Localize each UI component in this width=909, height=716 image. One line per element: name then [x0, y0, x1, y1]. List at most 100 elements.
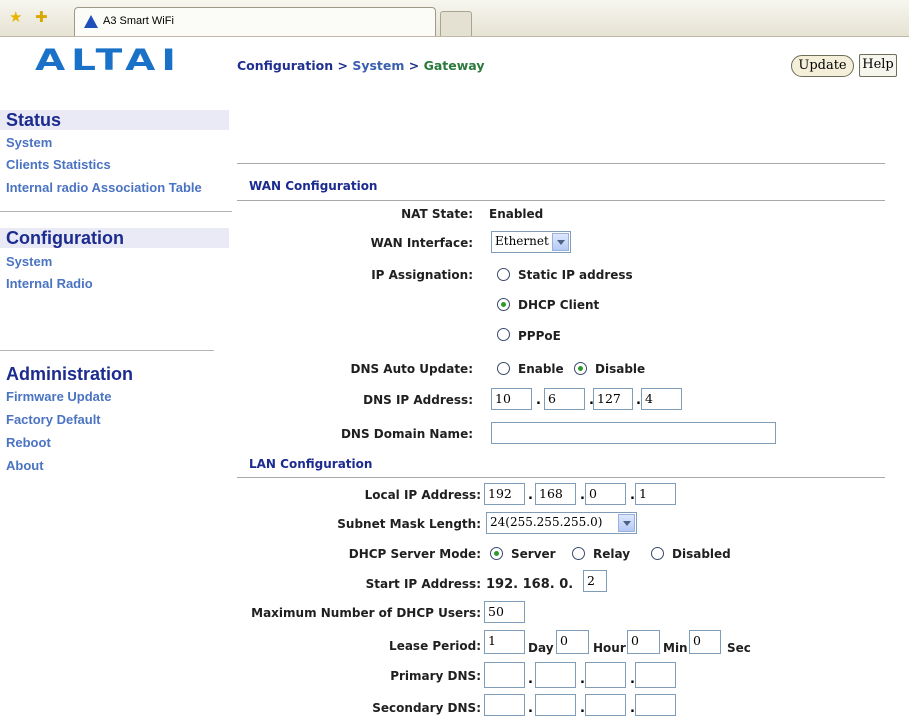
primary-dns-octet-2[interactable]: [535, 662, 576, 688]
lease-day-field[interactable]: 1: [484, 630, 525, 654]
secondary-dns-octet-4[interactable]: [635, 694, 676, 716]
secondary-dns-octet-1[interactable]: [484, 694, 525, 716]
ip-assignation-label: IP Assignation:: [371, 268, 473, 282]
sidebar-item-clients-statistics[interactable]: Clients Statistics: [6, 157, 111, 173]
wan-section-title: WAN Configuration: [249, 179, 378, 193]
dns-auto-update-label: DNS Auto Update:: [350, 362, 473, 376]
add-favorite-icon[interactable]: ✚: [35, 10, 48, 25]
radio-dhcp-relay[interactable]: [572, 547, 585, 560]
sidebar-item-status-system[interactable]: System: [6, 135, 52, 151]
sidebar-item-about[interactable]: About: [6, 458, 44, 474]
ip-dot: .: [528, 488, 533, 503]
subnet-mask-value: 24(255.255.255.0): [490, 515, 603, 529]
section-divider: [237, 477, 885, 478]
sidebar-heading-configuration: Configuration: [0, 228, 229, 248]
wan-interface-select[interactable]: Ethernet: [491, 231, 571, 253]
chevron-down-icon[interactable]: [618, 514, 635, 532]
radio-dhcp-server-label: Server: [511, 547, 556, 561]
radio-dhcp-relay-label: Relay: [593, 547, 631, 561]
ip-dot: .: [536, 393, 541, 408]
start-ip-last-octet[interactable]: 2: [583, 570, 607, 592]
primary-dns-octet-4[interactable]: [635, 662, 676, 688]
dns-ip-octet-4[interactable]: 4: [641, 388, 682, 410]
radio-static-ip-label: Static IP address: [518, 268, 633, 282]
radio-dhcp-client[interactable]: [497, 298, 510, 311]
breadcrumb-gateway: Gateway: [423, 58, 485, 73]
sidebar-item-reboot[interactable]: Reboot: [6, 435, 51, 451]
max-dhcp-users-field[interactable]: 50: [484, 601, 525, 623]
lease-period-label: Lease Period:: [389, 639, 481, 653]
dns-ip-octet-2[interactable]: 6: [544, 388, 585, 410]
primary-dns-octet-1[interactable]: [484, 662, 525, 688]
breadcrumb-configuration[interactable]: Configuration: [237, 58, 333, 73]
local-ip-octet-1[interactable]: 192: [484, 483, 525, 505]
radio-dns-disable-label: Disable: [595, 362, 646, 376]
secondary-dns-octet-2[interactable]: [535, 694, 576, 716]
browser-tab[interactable]: A3 Smart WiFi: [74, 7, 436, 36]
nat-state-value: Enabled: [489, 207, 544, 221]
local-ip-octet-3[interactable]: 0: [585, 483, 626, 505]
dns-ip-octet-3[interactable]: 127: [593, 388, 633, 410]
subnet-mask-label: Subnet Mask Length:: [337, 517, 481, 531]
browser-tab-bar: ★ ✚ A3 Smart WiFi: [0, 0, 909, 37]
dns-domain-field[interactable]: [491, 422, 776, 444]
breadcrumb-separator: >: [333, 58, 353, 73]
secondary-dns-octet-3[interactable]: [585, 694, 626, 716]
update-button[interactable]: Update: [791, 55, 854, 77]
primary-dns-label: Primary DNS:: [390, 669, 481, 683]
sidebar-item-factory-default[interactable]: Factory Default: [6, 412, 101, 428]
radio-dhcp-client-label: DHCP Client: [518, 298, 600, 312]
radio-static-ip[interactable]: [497, 268, 510, 281]
radio-pppoe[interactable]: [497, 328, 510, 341]
secondary-dns-label: Secondary DNS:: [372, 701, 481, 715]
altai-tab-icon: [84, 15, 98, 28]
chevron-down-icon[interactable]: [552, 233, 569, 251]
radio-dns-disable[interactable]: [574, 362, 587, 375]
dns-ip-octet-1[interactable]: 10: [491, 388, 532, 410]
lan-section-title: LAN Configuration: [249, 457, 373, 471]
sidebar-heading-status: Status: [0, 110, 229, 130]
nat-state-label: NAT State:: [401, 207, 473, 221]
lease-hour-unit: Hour: [593, 641, 626, 655]
local-ip-label: Local IP Address:: [364, 488, 481, 502]
help-button[interactable]: Help: [859, 54, 897, 77]
radio-dns-enable-label: Enable: [518, 362, 564, 376]
sidebar-item-association-table[interactable]: Internal radio Association Table: [6, 180, 202, 196]
altai-logo: ALTAI: [35, 43, 182, 78]
favorites-star-icon[interactable]: ★: [9, 10, 22, 25]
sidebar-item-config-system[interactable]: System: [6, 254, 52, 270]
radio-pppoe-label: PPPoE: [518, 329, 561, 343]
max-dhcp-users-label: Maximum Number of DHCP Users:: [251, 606, 481, 620]
lease-sec-unit: Sec: [727, 641, 751, 655]
breadcrumb: Configuration > System > Gateway: [237, 58, 484, 73]
radio-dhcp-server[interactable]: [490, 547, 503, 560]
ip-dot: .: [528, 701, 533, 716]
new-tab-button[interactable]: [440, 11, 472, 36]
tab-title: A3 Smart WiFi: [103, 15, 174, 27]
breadcrumb-system[interactable]: System: [352, 58, 404, 73]
dns-ip-label: DNS IP Address:: [363, 393, 473, 407]
subnet-mask-select[interactable]: 24(255.255.255.0): [486, 512, 637, 534]
sidebar-heading-administration: Administration: [0, 364, 229, 384]
start-ip-label: Start IP Address:: [365, 577, 481, 591]
breadcrumb-separator: >: [404, 58, 424, 73]
lease-hour-field[interactable]: 0: [556, 630, 589, 654]
wan-interface-value: Ethernet: [495, 234, 549, 248]
radio-dhcp-disabled[interactable]: [651, 547, 664, 560]
sidebar-divider: [0, 211, 232, 213]
lease-min-unit: Min: [663, 641, 688, 655]
dns-domain-label: DNS Domain Name:: [340, 427, 473, 441]
lease-sec-field[interactable]: 0: [689, 630, 721, 654]
local-ip-octet-4[interactable]: 1: [635, 483, 676, 505]
wan-interface-label: WAN Interface:: [370, 236, 473, 250]
ip-dot: .: [528, 672, 533, 687]
sidebar-divider: [0, 350, 214, 352]
section-divider: [237, 200, 885, 201]
local-ip-octet-2[interactable]: 168: [535, 483, 576, 505]
sidebar-item-internal-radio[interactable]: Internal Radio: [6, 276, 93, 292]
primary-dns-octet-3[interactable]: [585, 662, 626, 688]
radio-dns-enable[interactable]: [497, 362, 510, 375]
sidebar-item-firmware-update[interactable]: Firmware Update: [6, 389, 111, 405]
lease-min-field[interactable]: 0: [627, 630, 660, 654]
section-divider: [237, 163, 885, 164]
